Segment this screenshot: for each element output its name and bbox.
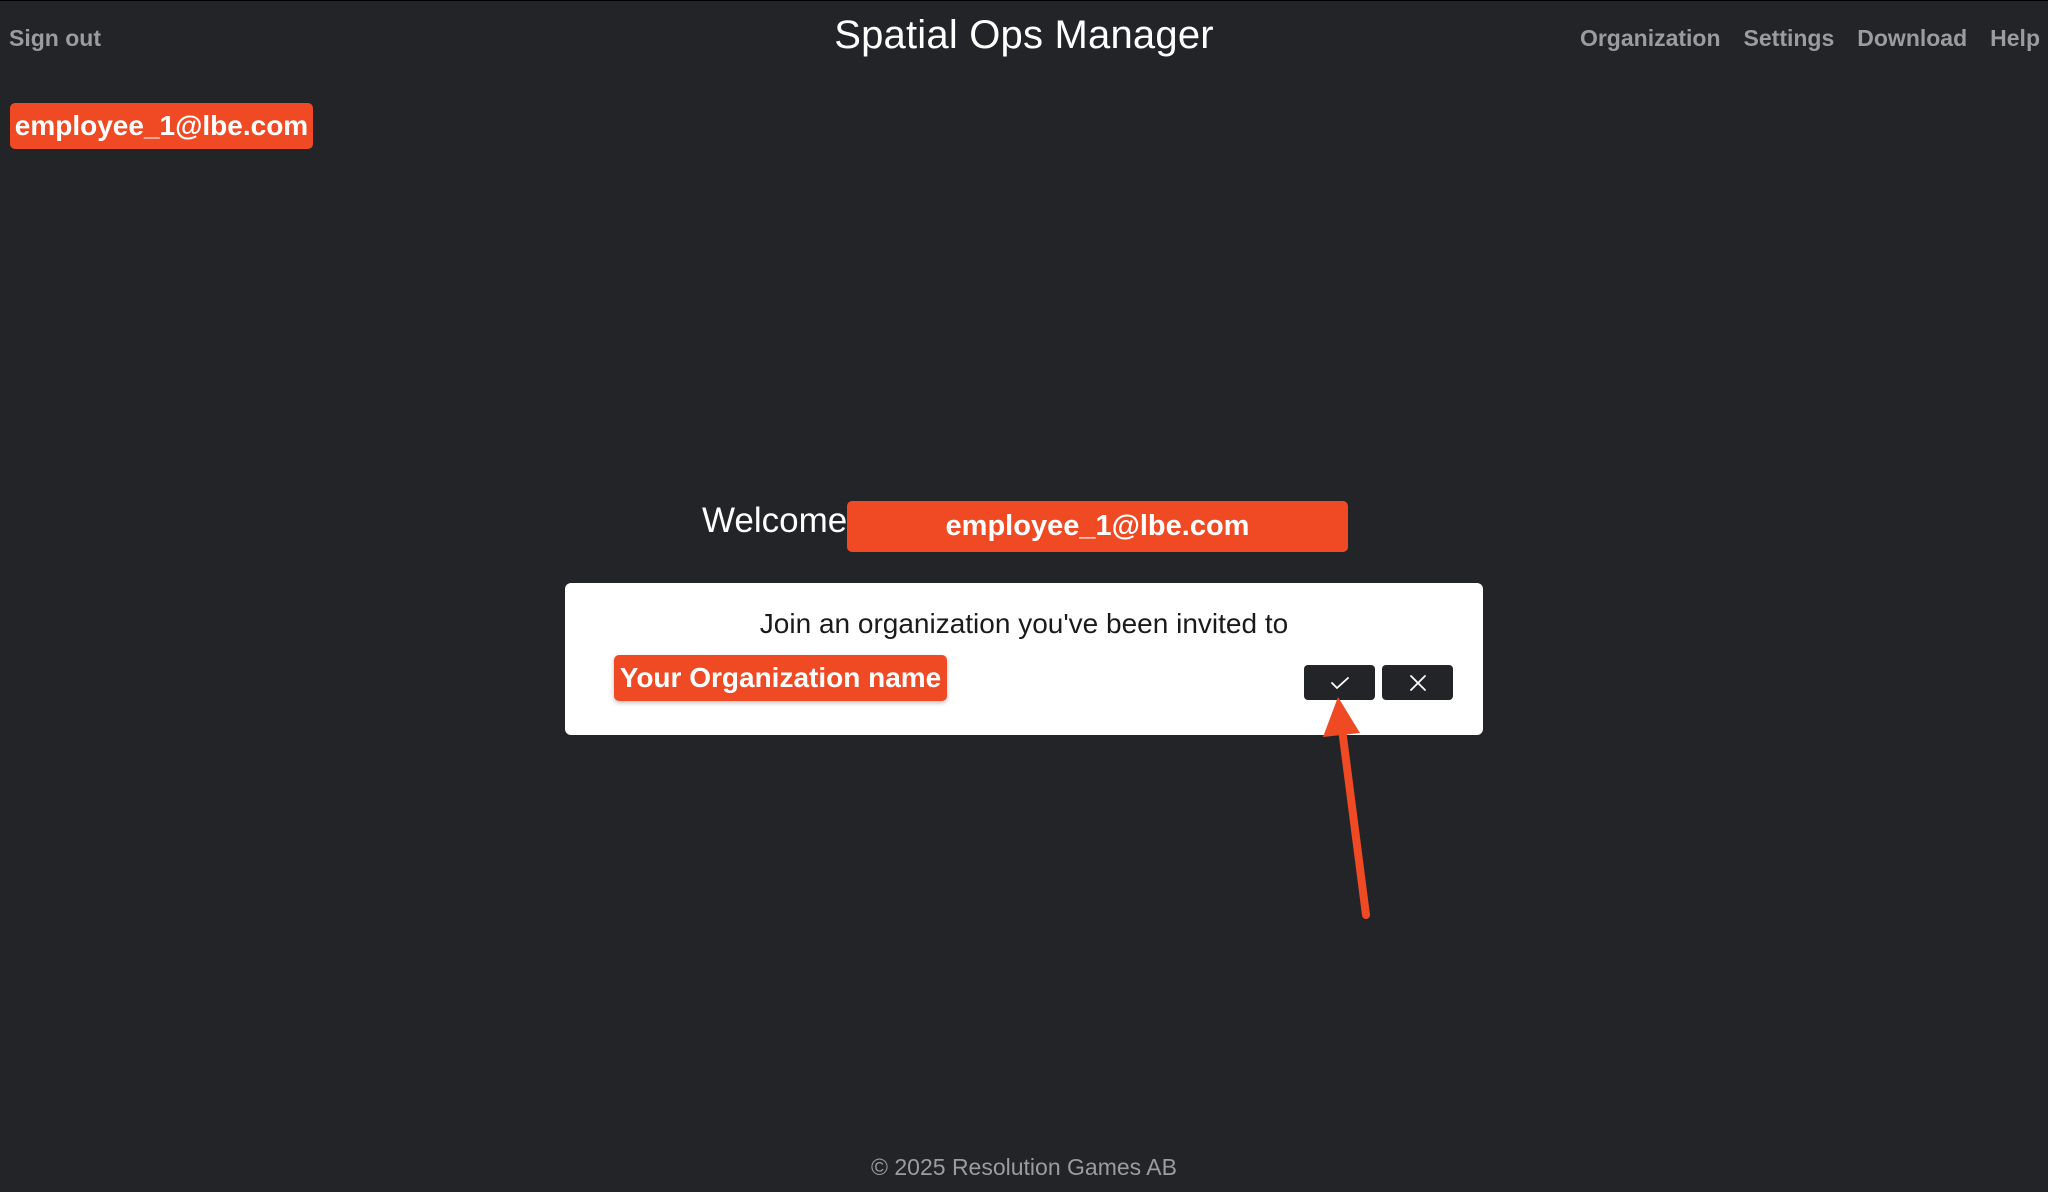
welcome-label: Welcome: [702, 501, 848, 540]
nav-settings[interactable]: Settings: [1744, 25, 1835, 52]
invite-title: Join an organization you've been invited…: [759, 608, 1289, 639]
accept-invite-button[interactable]: [1304, 665, 1375, 700]
user-email-chip: employee_1@lbe.com: [10, 103, 313, 149]
organization-name-chip: Your Organization name: [614, 655, 947, 701]
footer-copyright: © 2025 Resolution Games AB: [871, 1154, 1177, 1180]
welcome-email: employee_1@lbe.com: [847, 501, 1348, 552]
nav-download[interactable]: Download: [1857, 25, 1967, 52]
close-icon: [1409, 674, 1426, 691]
decline-invite-button[interactable]: [1382, 665, 1453, 700]
app-page: Sign out Spatial Ops Manager Organizatio…: [0, 0, 2048, 1192]
invite-card: Join an organization you've been invited…: [565, 583, 1483, 735]
check-icon: [1330, 676, 1349, 689]
nav-organization[interactable]: Organization: [1580, 25, 1721, 52]
top-nav: Organization Settings Download Help: [1580, 25, 2040, 52]
nav-help[interactable]: Help: [1990, 25, 2040, 52]
